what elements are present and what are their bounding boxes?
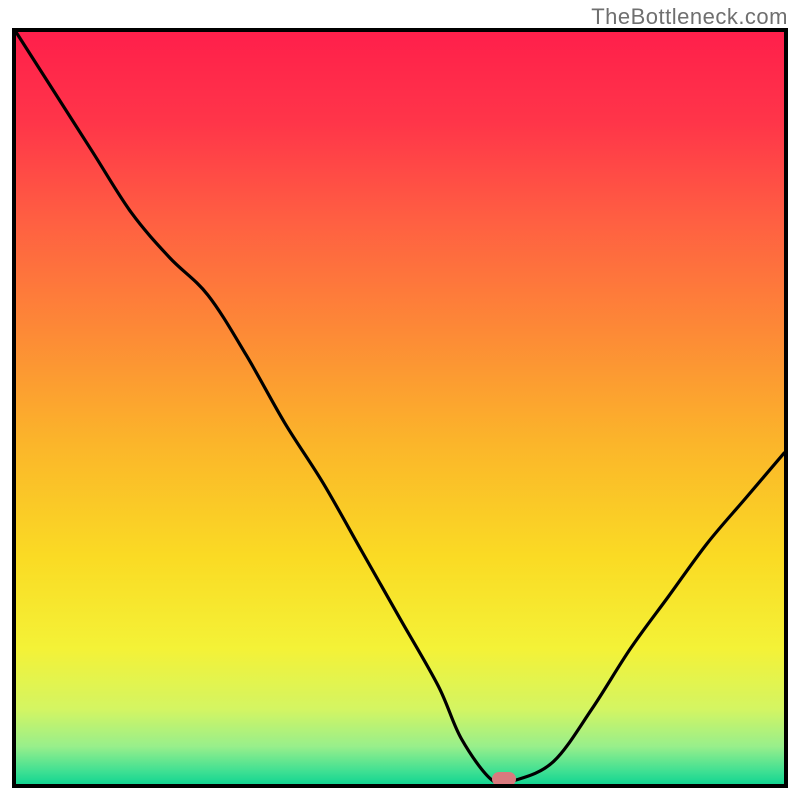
marker-dot [492, 772, 516, 786]
watermark-text: TheBottleneck.com [591, 4, 788, 30]
plot-area [12, 28, 788, 788]
chart-frame: TheBottleneck.com [0, 0, 800, 800]
curve-line [16, 32, 784, 784]
